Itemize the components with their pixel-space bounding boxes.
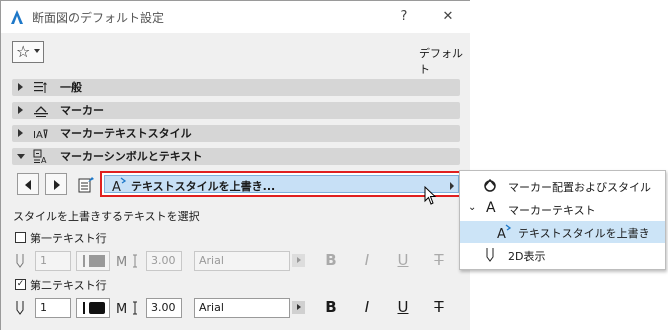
- second-line-bold-toggle[interactable]: B: [321, 298, 341, 316]
- favorites-button[interactable]: ☆: [12, 41, 44, 63]
- expand-arrow-icon: [18, 106, 23, 114]
- second-line-underline-toggle[interactable]: U: [393, 298, 413, 316]
- window-title: 断面図のデフォルト設定: [32, 11, 165, 25]
- page-selector-label: テキストスタイルを上書き...: [131, 180, 276, 193]
- next-page-button[interactable]: [45, 173, 67, 195]
- first-line-pen-field[interactable]: 1: [35, 251, 71, 271]
- pen-icon: [486, 248, 494, 262]
- close-button[interactable]: ✕: [437, 6, 459, 28]
- svg-text:A: A: [112, 180, 121, 193]
- second-line-font-field[interactable]: Arial: [194, 298, 290, 318]
- panel-general[interactable]: 一般: [12, 79, 460, 96]
- chevron-down-icon: [34, 49, 40, 53]
- arrow-right-icon: [54, 180, 60, 190]
- menu-item-2d-display[interactable]: 2D表示: [460, 244, 665, 266]
- marker-symbol-text-icon: A: [33, 149, 47, 164]
- panel-general-label: 一般: [60, 81, 82, 94]
- expand-arrow-icon: [18, 83, 23, 91]
- second-line-font-dropdown-button[interactable]: [292, 301, 305, 314]
- second-line-size-field[interactable]: 3.00: [146, 298, 182, 318]
- menu-item-text-style-override[interactable]: A テキストスタイルを上書き: [460, 221, 665, 243]
- second-text-line-checkbox[interactable]: ✓: [15, 279, 26, 290]
- expand-arrow-icon: [18, 129, 23, 137]
- svg-text:A: A: [41, 156, 47, 164]
- panel-marker-symbol-text[interactable]: A マーカーシンボルとテキスト: [12, 148, 460, 165]
- second-line-strikethrough-toggle[interactable]: T: [429, 298, 449, 316]
- svg-text:IA: IA: [33, 130, 43, 141]
- menu-item-label: マーカー配置およびスタイル: [508, 181, 651, 194]
- text-size-icon: M: [116, 254, 137, 269]
- text-icon: A: [486, 200, 496, 216]
- menu-item-marker-placement[interactable]: マーカー配置およびスタイル: [460, 175, 665, 197]
- submenu-arrow-icon: [450, 182, 454, 190]
- pen-icon: [16, 254, 24, 268]
- second-line-italic-toggle[interactable]: I: [357, 298, 377, 316]
- title-bar: 断面図のデフォルト設定 ? ✕: [1, 1, 471, 33]
- text-style-override-icon: A: [112, 177, 127, 193]
- marker-icon: [34, 106, 48, 117]
- mouse-cursor-icon: [424, 186, 437, 205]
- marker-placement-icon: [484, 179, 496, 192]
- first-line-bold-toggle[interactable]: B: [321, 251, 341, 269]
- marker-text-style-icon: IA: [33, 129, 48, 141]
- menu-item-label: 2D表示: [508, 250, 546, 263]
- menu-item-label: マーカーテキスト: [508, 204, 596, 217]
- panel-marker-text-style-label: マーカーテキストスタイル: [60, 127, 192, 140]
- text-style-override-icon: A: [497, 224, 512, 240]
- first-line-italic-toggle[interactable]: I: [357, 251, 377, 269]
- second-text-line-label: 第二テキスト行: [30, 279, 107, 292]
- first-text-line-checkbox[interactable]: [15, 232, 26, 243]
- page-list-icon[interactable]: [77, 175, 95, 193]
- menu-item-marker-text[interactable]: ⌄ A マーカーテキスト: [460, 198, 665, 220]
- panel-marker-text-style[interactable]: IA マーカーテキストスタイル: [12, 125, 460, 142]
- chevron-down-icon: ⌄: [468, 202, 477, 213]
- collapse-arrow-icon: [17, 154, 25, 159]
- star-icon: ☆: [16, 42, 31, 61]
- panel-marker-symbol-text-label: マーカーシンボルとテキスト: [60, 150, 203, 163]
- menu-item-label: テキストスタイルを上書き: [518, 227, 650, 240]
- first-line-underline-toggle[interactable]: U: [393, 251, 413, 269]
- pen-icon: [16, 301, 24, 315]
- second-line-pen-field[interactable]: 1: [35, 298, 71, 318]
- svg-text:A: A: [497, 227, 506, 240]
- default-label: デフォルト: [419, 47, 463, 76]
- panel-marker-label: マーカー: [60, 104, 104, 117]
- help-button[interactable]: ?: [393, 6, 415, 28]
- first-line-size-field[interactable]: 3.00: [146, 251, 182, 271]
- override-section-label: スタイルを上書きするテキストを選択: [13, 210, 200, 223]
- section-default-settings-dialog: 断面図のデフォルト設定 ? ✕ ☆ デフォルト 一般 マーカー IA マーカーテ…: [0, 0, 471, 330]
- first-text-line-label: 第一テキスト行: [30, 232, 107, 245]
- previous-page-button[interactable]: [17, 173, 39, 195]
- first-line-pen-color-swatch[interactable]: [76, 251, 110, 271]
- first-line-font-field[interactable]: Arial: [194, 251, 290, 271]
- svg-text:M: M: [116, 255, 127, 269]
- archicad-app-icon: [11, 10, 23, 24]
- first-line-font-dropdown-button[interactable]: [292, 254, 305, 267]
- text-size-icon: M: [116, 301, 137, 316]
- page-selector-field: A テキストスタイルを上書き...: [104, 175, 459, 193]
- page-selector-dropdown[interactable]: A テキストスタイルを上書き...: [100, 171, 463, 197]
- general-settings-icon: [34, 82, 47, 93]
- second-line-pen-color-swatch[interactable]: [76, 298, 110, 318]
- arrow-left-icon: [25, 180, 31, 190]
- first-line-strikethrough-toggle[interactable]: T: [429, 251, 449, 269]
- page-popup-menu: マーカー配置およびスタイル ⌄ A マーカーテキスト A テキストスタイルを上書…: [459, 170, 666, 270]
- svg-text:M: M: [116, 302, 127, 316]
- panel-marker[interactable]: マーカー: [12, 102, 460, 119]
